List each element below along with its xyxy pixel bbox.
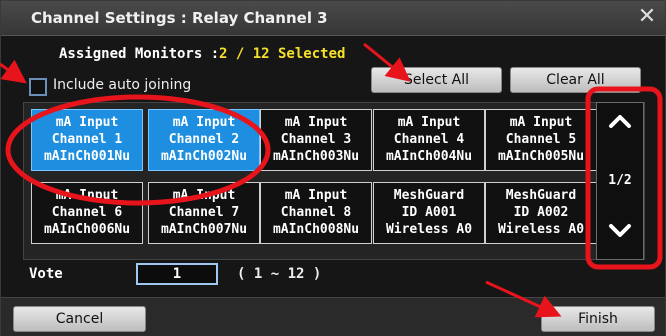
vote-range-hint: ( 1 ~ 12 ) — [237, 266, 322, 282]
monitor-tile[interactable]: mA Input Channel 6 mAInCh006Nu — [31, 182, 143, 244]
monitor-tile-line1: MeshGuard — [505, 188, 577, 203]
monitor-tile[interactable]: mA Input Channel 7 mAInCh007Nu — [148, 182, 260, 244]
monitor-tile-line2: Channel 7 — [168, 205, 240, 220]
monitor-tile-line3: mAInCh006Nu — [43, 222, 131, 237]
monitor-tile-line1: MeshGuard — [393, 188, 465, 203]
channel-settings-dialog: Channel Settings : Relay Channel 3 ✕ Ass… — [0, 0, 666, 336]
monitor-tile-line3: mAInCh008Nu — [272, 222, 360, 237]
monitor-tile[interactable]: MeshGuard ID A002 Wireless A0 — [485, 182, 597, 244]
title-bar: Channel Settings : Relay Channel 3 ✕ — [1, 1, 665, 36]
monitor-tile-line2: ID A001 — [401, 205, 457, 220]
vote-label: Vote — [29, 266, 63, 282]
monitor-tile-line3: mAInCh001Nu — [43, 149, 131, 164]
monitor-tile-line1: mA Input — [172, 115, 236, 130]
monitor-tile-line3: mAInCh004Nu — [385, 149, 473, 164]
monitor-tile-line1: mA Input — [55, 115, 119, 130]
monitor-tile-line1: mA Input — [172, 188, 236, 203]
page-indicator: 1/2 — [608, 173, 632, 188]
vote-input[interactable]: 1 — [136, 263, 218, 285]
auto-joining-checkbox[interactable] — [29, 78, 47, 96]
auto-joining-label: Include auto joining — [53, 77, 192, 93]
monitor-tile[interactable]: mA Input Channel 1 mAInCh001Nu — [31, 109, 143, 171]
monitor-tile-line3: mAInCh002Nu — [160, 149, 248, 164]
monitor-tile[interactable]: mA Input Channel 5 mAInCh005Nu — [485, 109, 597, 171]
page-navigator: 1/2 — [596, 102, 644, 260]
monitor-tile-line1: mA Input — [509, 115, 573, 130]
monitor-tile-line2: Channel 3 — [280, 132, 352, 147]
close-icon[interactable]: ✕ — [635, 5, 659, 29]
cancel-button[interactable]: Cancel — [13, 306, 146, 332]
monitor-tile-line3: Wireless A0 — [497, 222, 585, 237]
monitor-tile[interactable]: mA Input Channel 2 mAInCh002Nu — [148, 109, 260, 171]
monitor-tile-line1: mA Input — [284, 188, 348, 203]
assigned-monitors-count: 2 / 12 Selected — [219, 46, 346, 62]
monitor-tile-line1: mA Input — [284, 115, 348, 130]
monitor-tile-line2: Channel 5 — [505, 132, 577, 147]
monitor-tile-line3: mAInCh003Nu — [272, 149, 360, 164]
monitor-tile[interactable]: mA Input Channel 8 mAInCh008Nu — [260, 182, 372, 244]
monitor-tile-line2: Channel 4 — [393, 132, 465, 147]
monitor-tile[interactable]: mA Input Channel 4 mAInCh004Nu — [373, 109, 485, 171]
chevron-up-icon[interactable] — [597, 111, 643, 136]
monitor-tile-line2: Channel 6 — [51, 205, 123, 220]
assigned-monitors-label: Assigned Monitors : — [59, 46, 220, 62]
select-all-button[interactable]: Select All — [371, 67, 502, 93]
monitor-tile-line3: Wireless A0 — [385, 222, 473, 237]
monitor-tile-line2: Channel 1 — [51, 132, 123, 147]
chevron-down-icon[interactable] — [597, 221, 643, 246]
monitor-tile-line1: mA Input — [397, 115, 461, 130]
finish-button[interactable]: Finish — [541, 306, 655, 332]
monitor-tile-line2: Channel 8 — [280, 205, 352, 220]
monitor-tile-line3: mAInCh005Nu — [497, 149, 585, 164]
dialog-title: Channel Settings : Relay Channel 3 — [31, 9, 328, 27]
monitor-tile-line1: mA Input — [55, 188, 119, 203]
monitor-tile-line2: ID A002 — [513, 205, 569, 220]
clear-all-button[interactable]: Clear All — [510, 67, 641, 93]
monitor-tile[interactable]: mA Input Channel 3 mAInCh003Nu — [260, 109, 372, 171]
monitor-tile-line3: mAInCh007Nu — [160, 222, 248, 237]
monitor-tile-line2: Channel 2 — [168, 132, 240, 147]
monitor-tile[interactable]: MeshGuard ID A001 Wireless A0 — [373, 182, 485, 244]
